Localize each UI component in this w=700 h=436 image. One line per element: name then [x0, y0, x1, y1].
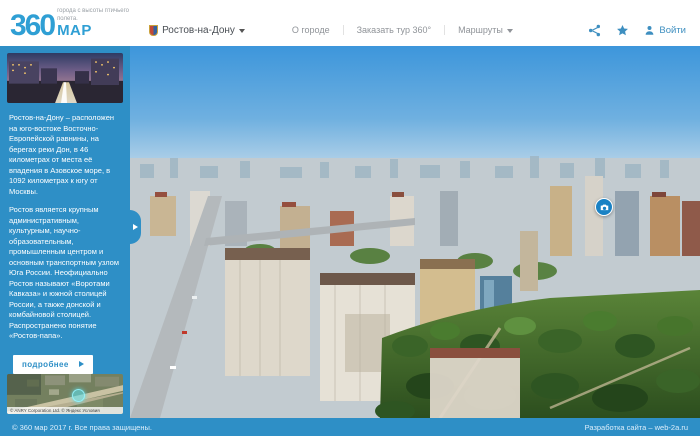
header: 360 города с высоты птичьего полета. МАР… [0, 0, 700, 46]
main-area: Ростов-на-Дону – расположен на юго-восто… [0, 46, 700, 418]
camera-icon [600, 203, 609, 212]
about-paragraph-1: Ростов-на-Дону – расположен на юго-восто… [9, 113, 121, 197]
more-details-label: подробнее [22, 360, 69, 369]
share-icon[interactable] [588, 24, 601, 37]
footer-copyright: © 360 мар 2017 г. Все права защищены. [12, 423, 152, 432]
logo-word: МАР [57, 24, 141, 38]
arrow-right-icon [79, 361, 84, 367]
chevron-down-icon [239, 29, 245, 33]
logo-360: 360 [10, 14, 54, 38]
city-night-photo [7, 53, 123, 103]
chevron-down-icon [507, 29, 513, 33]
arrow-right-icon [133, 224, 138, 230]
login-label: Войти [659, 25, 686, 36]
main-nav: О городе Заказать тур 360° Маршруты [279, 25, 526, 35]
minimap-location-marker [72, 389, 85, 402]
logo-tagline: города с высоты птичьего полета. [57, 8, 141, 23]
more-details-button[interactable]: подробнее [13, 355, 93, 374]
minimap-attribution: © ANRY Corporation Ltd. © Яндекс Условия [7, 407, 123, 414]
nav-routes-label: Маршруты [458, 25, 503, 35]
panorama-view[interactable] [130, 46, 700, 418]
favorites-star-icon[interactable] [616, 24, 629, 37]
nav-about-city[interactable]: О городе [279, 25, 343, 35]
city-info-sidebar: Ростов-на-Дону – расположен на юго-восто… [0, 46, 130, 418]
panorama-image [130, 46, 700, 418]
coat-of-arms-icon [149, 25, 158, 36]
footer-developer-link[interactable]: Разработка сайта – web-2a.ru [585, 423, 688, 432]
footer: © 360 мар 2017 г. Все права защищены. Ра… [0, 418, 700, 436]
about-paragraph-2: Ростов является крупным административным… [9, 205, 121, 342]
panorama-point-marker[interactable] [595, 198, 613, 216]
login-button[interactable]: Войти [644, 25, 686, 36]
nav-order-tour[interactable]: Заказать тур 360° [344, 25, 444, 35]
city-selector[interactable]: Ростов-на-Дону [149, 25, 245, 36]
page: 360 города с высоты птичьего полета. МАР… [0, 0, 700, 436]
header-actions: Войти [588, 24, 686, 37]
logo[interactable]: 360 города с высоты птичьего полета. МАР [10, 8, 141, 38]
minimap[interactable]: © ANRY Corporation Ltd. © Яндекс Условия [7, 374, 123, 414]
city-selector-label: Ростов-на-Дону [162, 25, 235, 36]
user-icon [644, 25, 655, 36]
nav-routes[interactable]: Маршруты [445, 25, 526, 35]
